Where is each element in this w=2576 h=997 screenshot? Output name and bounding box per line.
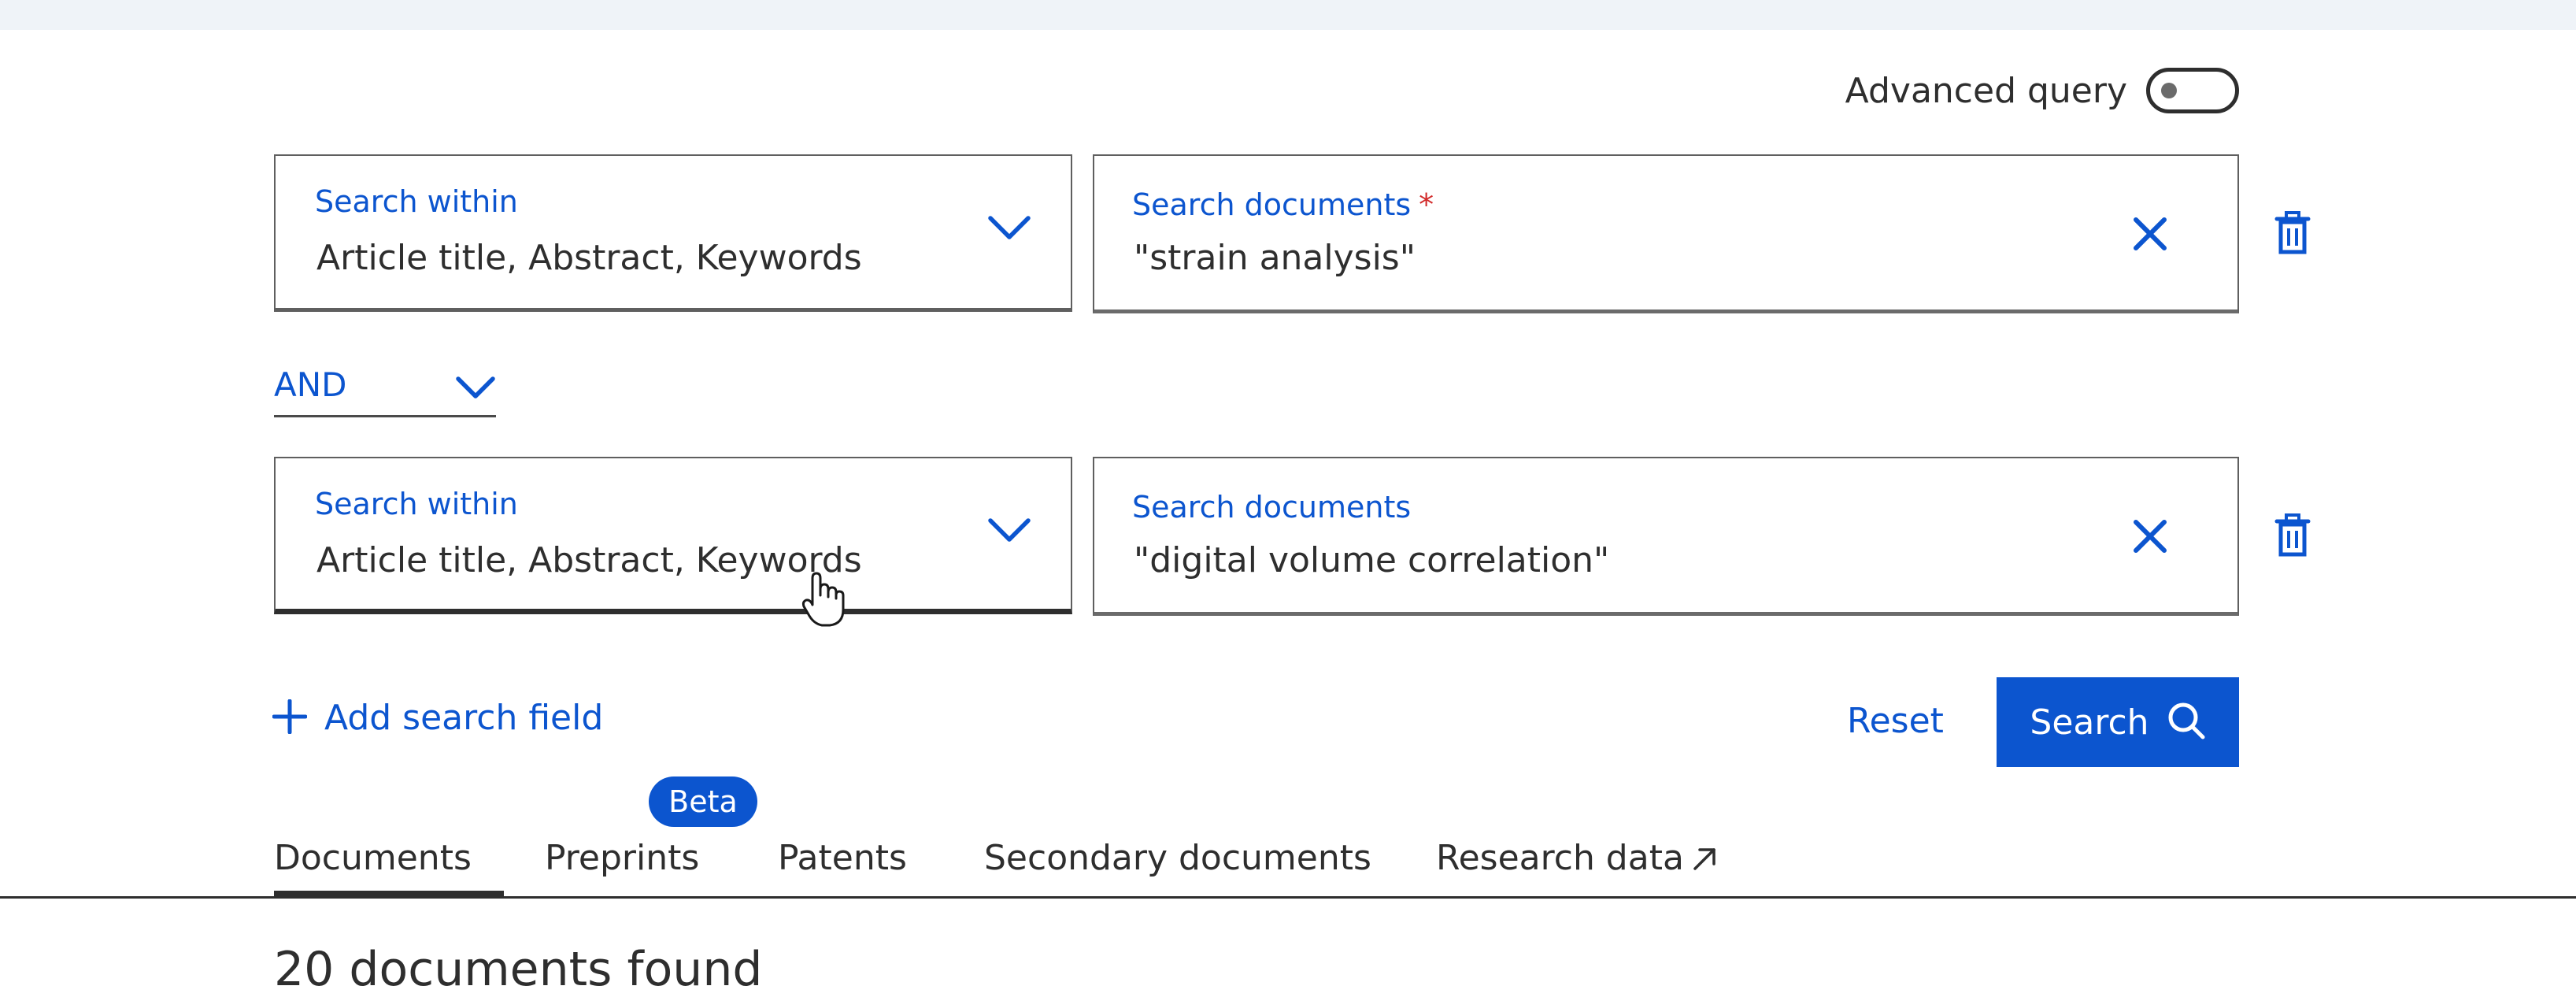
chevron-down-icon: [987, 517, 1031, 547]
search-button[interactable]: Search: [1997, 677, 2239, 767]
search-within-select-2[interactable]: Search within Article title, Abstract, K…: [274, 457, 1072, 614]
operator-value: AND: [274, 365, 347, 404]
search-documents-label: Search documents *: [1132, 187, 1434, 222]
pointer-cursor-icon: [801, 572, 846, 632]
search-within-value: Article title, Abstract, Keywords: [316, 238, 862, 278]
beta-badge: Beta: [649, 776, 757, 827]
tab-research-data[interactable]: Research data: [1436, 838, 1719, 880]
search-documents-label: Search documents: [1132, 490, 1412, 524]
add-search-field-label: Add search field: [324, 698, 604, 738]
add-search-field-button[interactable]: Add search field: [272, 698, 603, 738]
tab-research-data-label: Research data: [1436, 838, 1684, 878]
external-link-icon: [1692, 840, 1719, 880]
results-count: 20 documents found: [274, 942, 763, 997]
top-bar: [0, 0, 2576, 30]
toggle-knob: [2161, 83, 2177, 98]
search-icon: [2167, 701, 2206, 743]
search-within-select-1[interactable]: Search within Article title, Abstract, K…: [274, 154, 1072, 312]
search-within-label: Search within: [315, 184, 518, 219]
tabs-divider: [0, 896, 2576, 899]
search-within-value: Article title, Abstract, Keywords: [316, 540, 862, 580]
required-mark: *: [1419, 187, 1434, 222]
search-documents-field-2[interactable]: Search documents "digital volume correla…: [1093, 457, 2239, 616]
close-icon[interactable]: [2132, 518, 2168, 558]
plus-icon: [272, 699, 308, 737]
close-icon[interactable]: [2132, 216, 2168, 255]
tab-patents[interactable]: Patents: [778, 838, 907, 878]
trash-icon[interactable]: [2274, 513, 2311, 561]
chevron-down-icon: [987, 214, 1031, 244]
search-button-label: Search: [2030, 702, 2149, 743]
search-within-label: Search within: [315, 487, 518, 521]
tab-preprints[interactable]: Preprints: [545, 838, 699, 878]
search-documents-field-1[interactable]: Search documents * "strain analysis": [1093, 154, 2239, 313]
chevron-down-icon: [455, 375, 496, 403]
advanced-query-label: Advanced query: [1845, 70, 2127, 111]
tab-documents[interactable]: Documents: [274, 838, 504, 897]
search-query-value: "digital volume correlation": [1134, 540, 1610, 580]
advanced-query-toggle[interactable]: [2146, 68, 2239, 113]
boolean-operator-select[interactable]: AND: [274, 362, 496, 417]
search-query-value: "strain analysis": [1134, 238, 1416, 278]
advanced-query-control: Advanced query: [1845, 65, 2239, 117]
tab-secondary-documents[interactable]: Secondary documents: [984, 838, 1371, 878]
reset-button[interactable]: Reset: [1847, 701, 1944, 741]
trash-icon[interactable]: [2274, 211, 2311, 258]
